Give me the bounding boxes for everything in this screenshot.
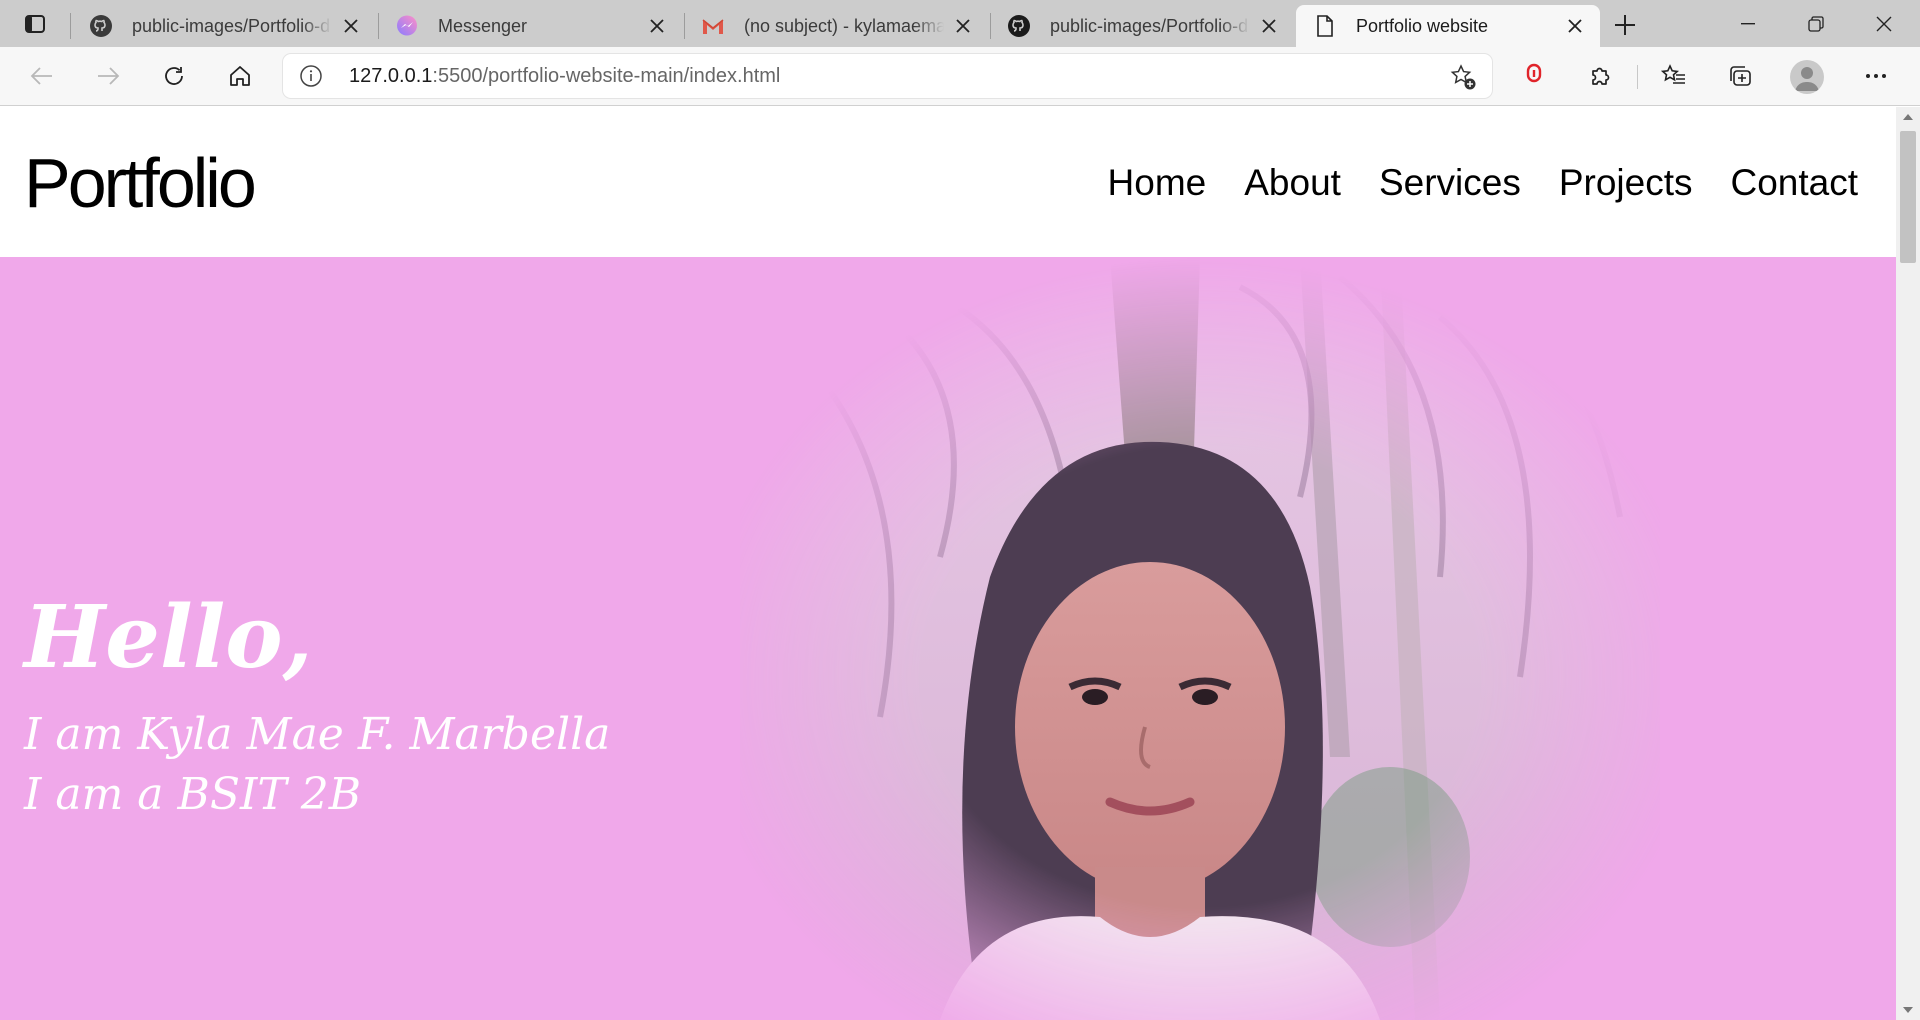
tab-close-button[interactable] <box>1564 15 1586 37</box>
close-icon <box>344 19 358 33</box>
close-icon <box>1568 19 1582 33</box>
tab-close-button[interactable] <box>340 15 362 37</box>
tab-strip: public-images/Portfolio-d Messenger (no … <box>0 0 1920 47</box>
restore-button[interactable] <box>1782 0 1850 47</box>
plus-icon <box>1615 15 1635 35</box>
page-scrollbar[interactable] <box>1896 107 1920 1020</box>
close-icon <box>1876 16 1892 31</box>
browser-toolbar: 127.0.0.1:5500/portfolio-website-main/in… <box>0 47 1920 106</box>
messenger-icon <box>394 13 420 39</box>
tab-gmail[interactable]: (no subject) - kylamaema <box>684 5 988 47</box>
refresh-icon <box>165 67 183 85</box>
user-icon <box>1795 67 1819 91</box>
puzzle-icon <box>1592 67 1610 85</box>
tab-close-button[interactable] <box>952 15 974 37</box>
site-nav: Home About Services Projects Contact <box>1108 162 1858 204</box>
github-icon <box>1006 13 1032 39</box>
toolbar-divider <box>1637 65 1638 89</box>
tab-separator <box>70 13 71 39</box>
scroll-up-button[interactable] <box>1896 107 1920 127</box>
minimize-button[interactable] <box>1714 0 1782 47</box>
hero-name-line: I am Kyla Mae F. Marbella <box>24 709 611 760</box>
tab-title: (no subject) - kylamaema <box>744 15 944 36</box>
tab-github-2[interactable]: public-images/Portfolio-d <box>990 5 1294 47</box>
tab-title: public-images/Portfolio-d <box>132 15 331 36</box>
site-logo[interactable]: Portfolio <box>24 143 257 223</box>
extension-button[interactable] <box>1514 56 1554 96</box>
scroll-thumb[interactable] <box>1900 131 1916 263</box>
site-header: Portfolio Home About Services Projects C… <box>0 107 1896 257</box>
minimize-icon <box>1741 22 1755 24</box>
scroll-down-button[interactable] <box>1896 1000 1920 1020</box>
favorites-button[interactable] <box>1654 56 1694 96</box>
hero-portrait-photo <box>740 257 1660 1020</box>
close-window-button[interactable] <box>1850 0 1918 47</box>
back-arrow-icon <box>30 67 52 85</box>
chevron-up-icon <box>1903 114 1913 120</box>
gmail-icon <box>700 13 726 39</box>
settings-menu-button[interactable] <box>1856 56 1896 96</box>
tab-title: public-images/Portfolio-d <box>1050 15 1249 36</box>
page-icon <box>1312 13 1338 39</box>
restore-icon <box>1808 15 1824 32</box>
home-button[interactable] <box>220 56 260 96</box>
nav-home-link[interactable]: Home <box>1108 162 1207 204</box>
forward-arrow-icon <box>98 67 120 85</box>
collections-button[interactable] <box>1720 56 1760 96</box>
more-dots-icon <box>1866 74 1886 78</box>
chevron-down-icon <box>1903 1007 1913 1013</box>
collections-icon <box>1730 66 1751 86</box>
home-icon <box>230 66 250 86</box>
tab-close-button[interactable] <box>646 15 668 37</box>
page-viewport: Portfolio Home About Services Projects C… <box>0 107 1896 1020</box>
close-icon <box>956 19 970 33</box>
close-icon <box>650 19 664 33</box>
nav-projects-link[interactable]: Projects <box>1559 162 1693 204</box>
close-icon <box>1262 19 1276 33</box>
hero-section: Hello, I am Kyla Mae F. Marbella I am a … <box>0 257 1896 1020</box>
security-extension-icon <box>1526 63 1542 83</box>
nav-services-link[interactable]: Services <box>1379 162 1521 204</box>
back-button[interactable] <box>22 56 62 96</box>
site-info-icon[interactable] <box>297 62 325 90</box>
nav-contact-link[interactable]: Contact <box>1730 162 1858 204</box>
favorites-icon <box>1661 64 1685 84</box>
github-icon <box>88 13 114 39</box>
add-favorite-button[interactable] <box>1448 62 1478 92</box>
url-host: 127.0.0.1 <box>349 65 433 87</box>
tab-portfolio-website[interactable]: Portfolio website <box>1296 5 1600 47</box>
tab-title: Portfolio website <box>1356 15 1489 36</box>
new-tab-button[interactable] <box>1610 10 1640 40</box>
url-path: :5500/portfolio-website-main/index.html <box>432 65 781 87</box>
tab-close-button[interactable] <box>1258 15 1280 37</box>
address-bar[interactable]: 127.0.0.1:5500/portfolio-website-main/in… <box>283 54 1492 98</box>
hero-course-line: I am a BSIT 2B <box>24 769 362 820</box>
refresh-button[interactable] <box>154 56 194 96</box>
tab-messenger[interactable]: Messenger <box>378 5 682 47</box>
tab-actions-icon <box>25 14 45 33</box>
profile-avatar[interactable] <box>1790 60 1824 94</box>
extensions-button[interactable] <box>1580 56 1620 96</box>
tab-title: Messenger <box>438 15 528 36</box>
forward-button[interactable] <box>88 56 128 96</box>
hero-greeting: Hello, <box>24 587 313 688</box>
tab-actions-button[interactable] <box>10 6 60 41</box>
star-add-icon <box>1450 64 1476 90</box>
nav-about-link[interactable]: About <box>1244 162 1341 204</box>
url-text[interactable]: 127.0.0.1:5500/portfolio-website-main/in… <box>349 65 780 88</box>
tab-github-1[interactable]: public-images/Portfolio-d <box>72 5 376 47</box>
